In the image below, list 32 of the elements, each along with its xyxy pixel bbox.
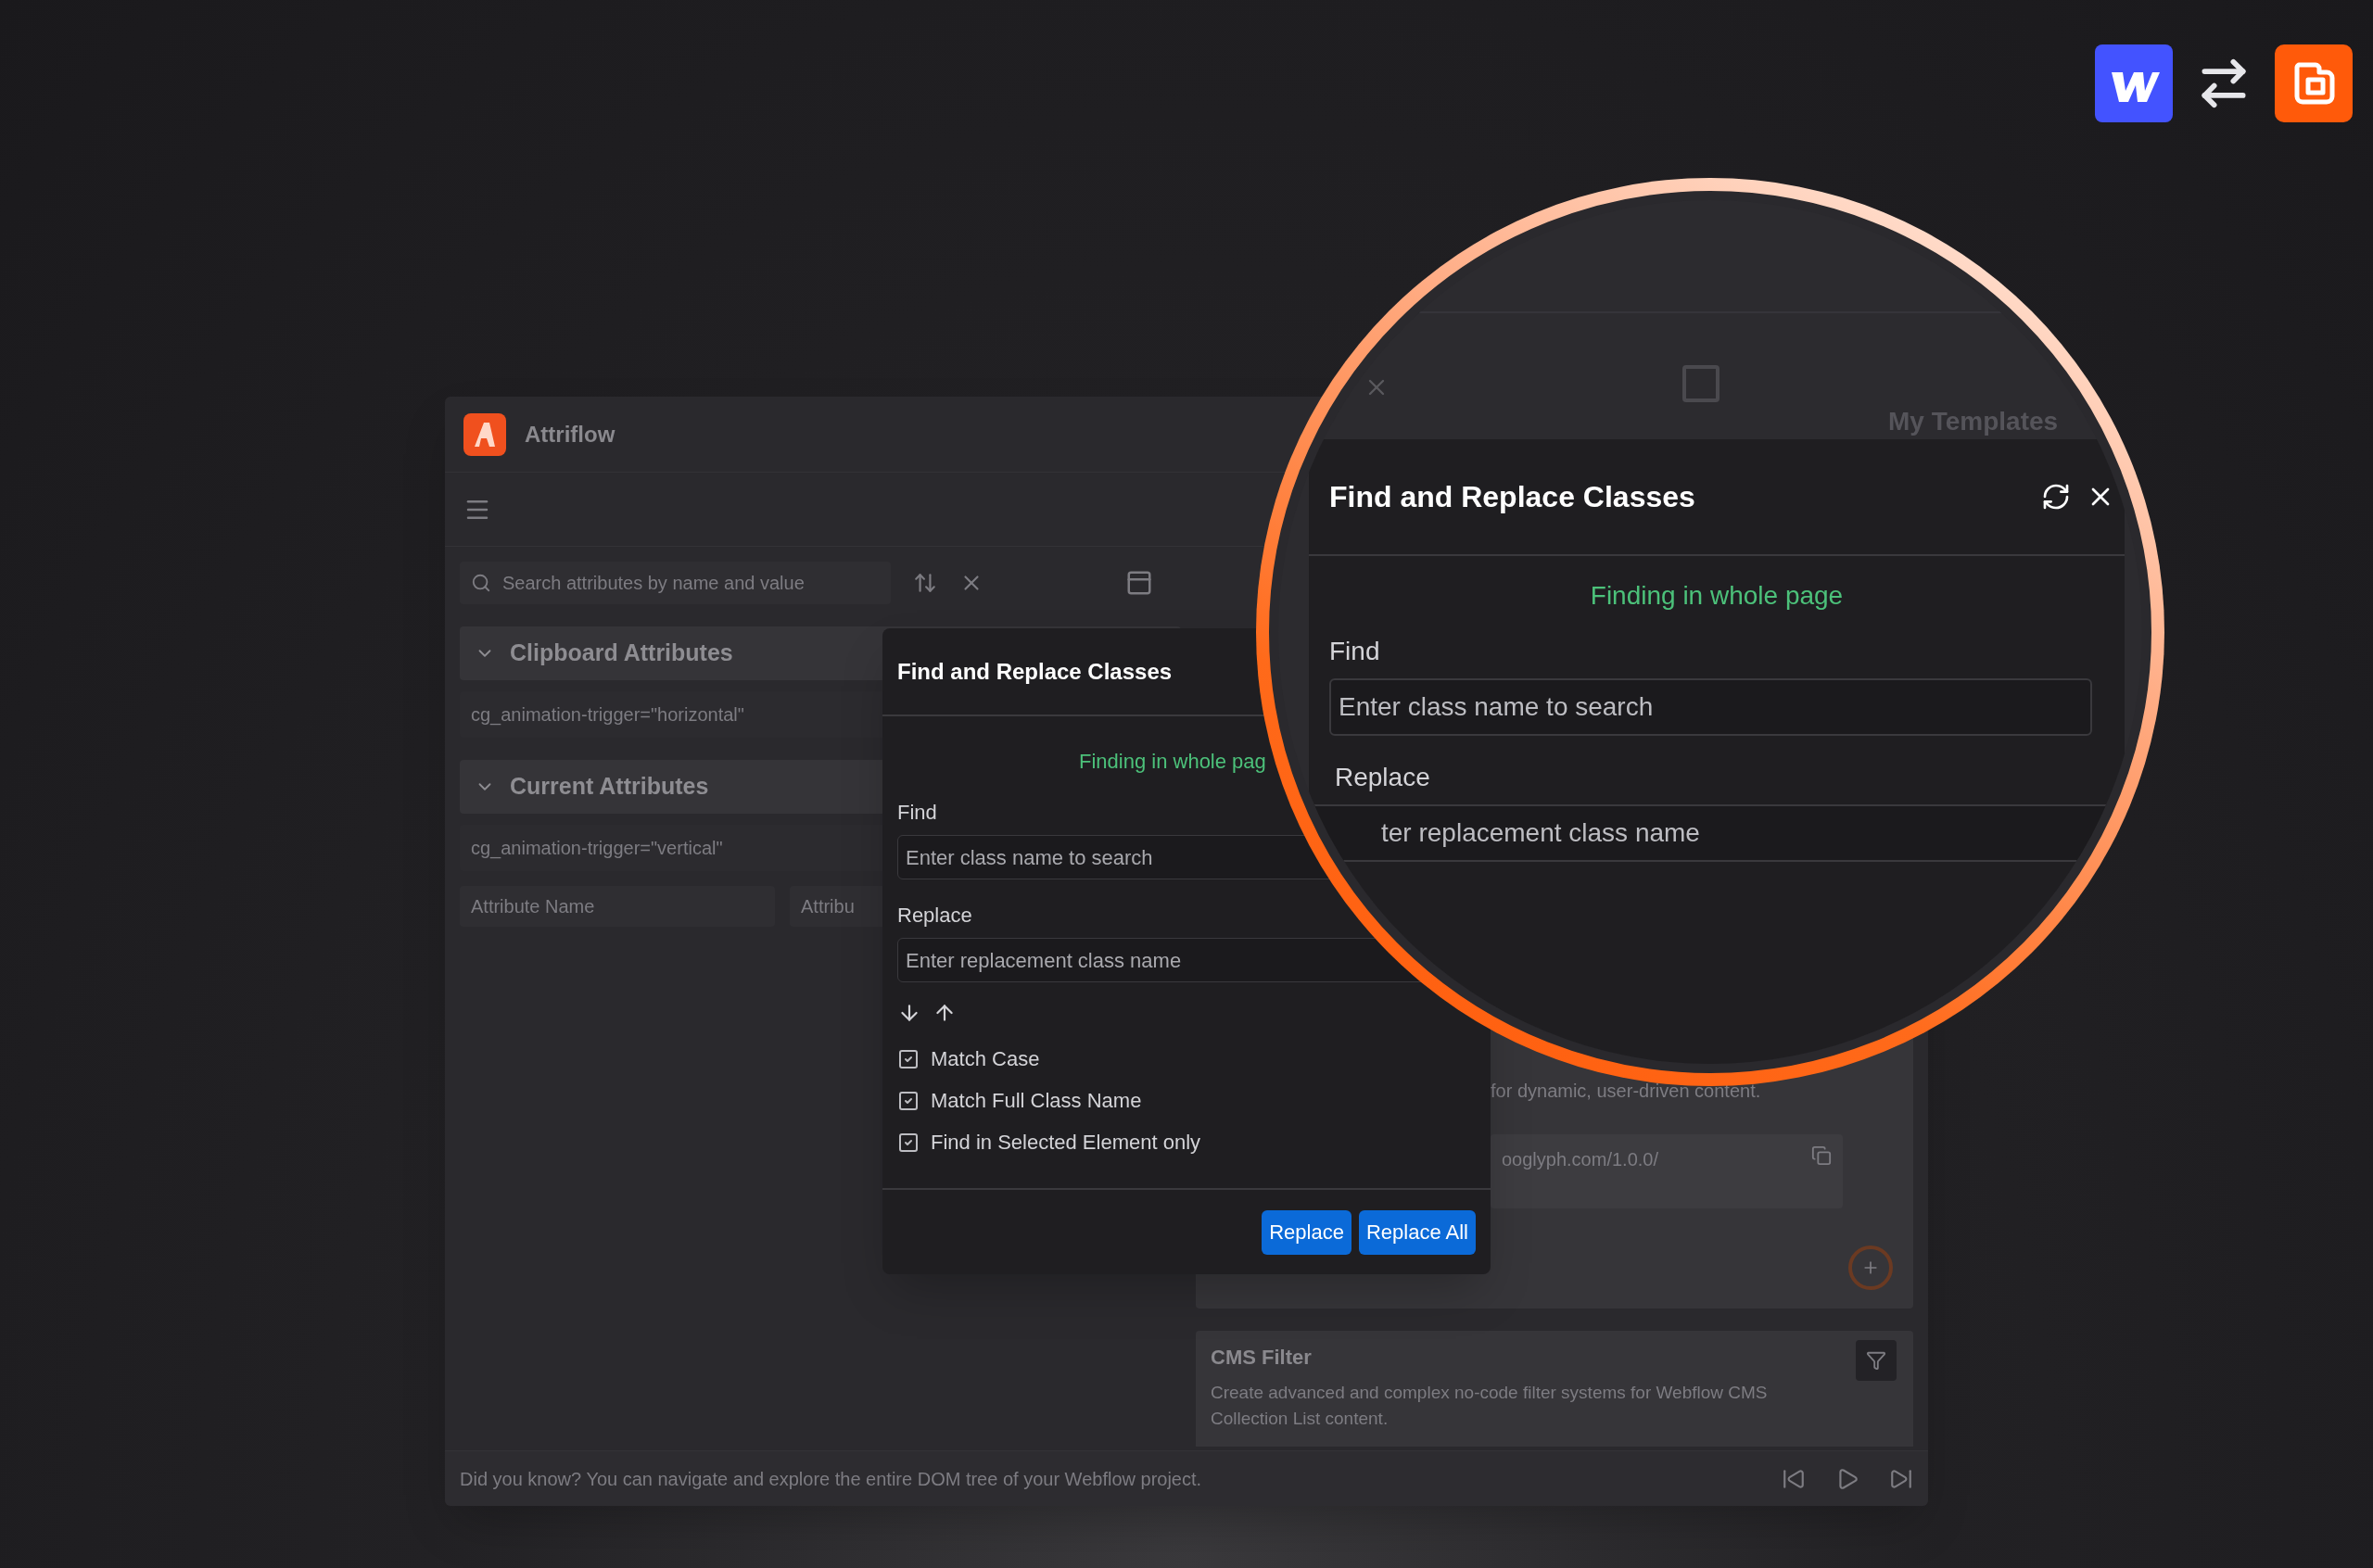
card-text: for dynamic, user-driven content.	[1491, 1080, 1762, 1103]
scope-text: Finding in whole page	[1590, 580, 1844, 612]
tip-text: Did you know? You can navigate and explore the entire DOM tree of your Webflow project.	[460, 1467, 1203, 1491]
url-field[interactable]: ooglyph.com/1.0.0/	[1491, 1134, 1843, 1208]
option-label: Match Full Class Name	[931, 1088, 1142, 1114]
dialog-title: Find and Replace Classes	[1329, 479, 1696, 515]
app-logo-icon	[463, 412, 506, 456]
checkbox[interactable]	[897, 1047, 920, 1070]
w-logo-icon	[2095, 44, 2173, 122]
card-title: CMS Filter	[1211, 1345, 1312, 1371]
app-logo-icon	[2275, 44, 2353, 122]
refresh-icon[interactable]	[2041, 482, 2071, 512]
replace-label: Replace	[897, 903, 973, 929]
sort-icon[interactable]	[913, 571, 937, 595]
search-field[interactable]: Search attributes by name and value	[460, 562, 891, 604]
panel-icon[interactable]	[1125, 569, 1153, 597]
find-field[interactable]: Enter class name to search	[1329, 678, 2092, 736]
checkbox[interactable]	[897, 1131, 920, 1154]
replace-all-button[interactable]: Replace All	[1358, 1209, 1476, 1255]
card-text: Create advanced and complex no-code filter systems for Webflow CMS Collection List content.	[1211, 1382, 1769, 1430]
filter-button[interactable]	[1856, 1340, 1897, 1381]
option-label: Match Case	[931, 1046, 1040, 1072]
copy-icon[interactable]	[1811, 1145, 1832, 1166]
filter-icon	[1866, 1350, 1886, 1371]
option-label: Find in Selected Element only	[931, 1130, 1201, 1156]
replace-button[interactable]: Replace	[1262, 1209, 1351, 1255]
replace-label: Replace	[1335, 762, 1431, 793]
find-label: Find	[1329, 636, 1381, 667]
app-title: Attriflow	[525, 420, 615, 449]
search-icon	[471, 573, 491, 593]
checkbox[interactable]	[897, 1089, 920, 1112]
attribute-field[interactable]: Attribute Name	[460, 886, 775, 927]
